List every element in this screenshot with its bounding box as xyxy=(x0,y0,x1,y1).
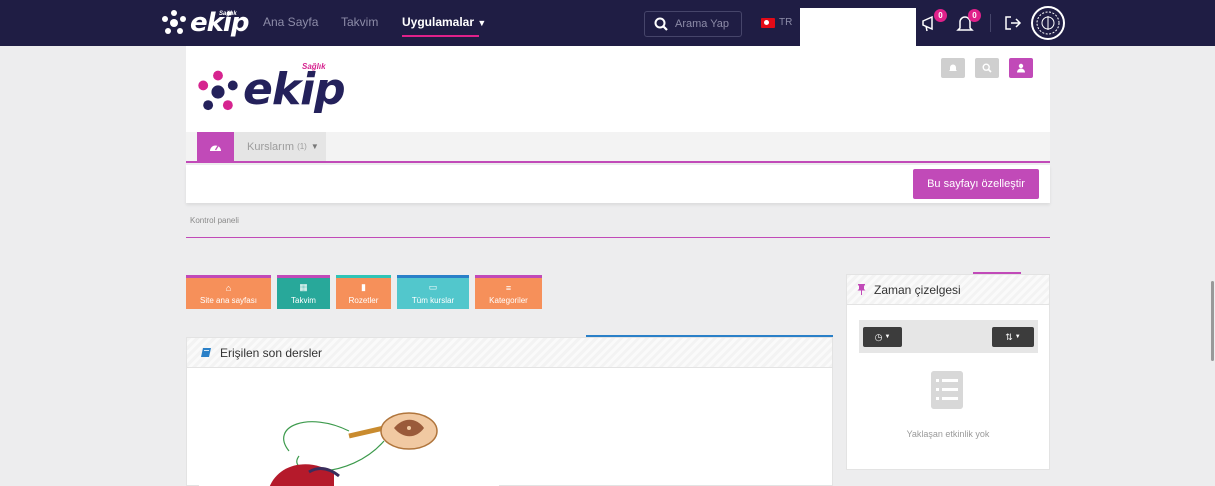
announcements-button[interactable]: 0 xyxy=(920,9,947,34)
announcements-badge: 0 xyxy=(934,9,947,22)
header-search-button[interactable] xyxy=(975,58,999,78)
timeline-empty-message: Yaklaşan etkinlik yok xyxy=(906,429,990,439)
language-selector[interactable]: TR xyxy=(761,17,792,28)
logout-icon xyxy=(1005,16,1022,30)
course-navigation: Kurslarım (1) ▼ xyxy=(186,132,1050,163)
nav-apps-label: Uygulamalar xyxy=(402,15,475,29)
pin-icon xyxy=(857,284,866,295)
home-icon: ⌂ xyxy=(225,282,232,293)
timeline-block: Zaman çizelgesi ◷ ▼ ⇅ ▼ Yaklaşan etkinli… xyxy=(846,274,1050,470)
customize-bar: Bu sayfayı özelleştir xyxy=(186,165,1050,203)
quick-link-label: Rozetler xyxy=(348,296,379,305)
book-icon: ▭ xyxy=(428,282,438,292)
logo-flower-icon xyxy=(162,10,186,34)
timeline-header: Zaman çizelgesi xyxy=(847,275,1049,305)
search-label: Arama Yap xyxy=(675,18,730,30)
breadcrumb-dashboard[interactable]: Kontrol paneli xyxy=(190,216,239,225)
ministry-logo[interactable] xyxy=(1031,6,1065,40)
user-icon xyxy=(1017,63,1025,73)
brand-logo[interactable]: ekip Sağlık xyxy=(195,62,346,115)
search-icon xyxy=(982,63,992,73)
topbar-divider xyxy=(990,14,991,32)
search-icon xyxy=(654,17,668,31)
chevron-down-icon: ▼ xyxy=(1014,334,1021,340)
timeline-sort-button[interactable]: ⇅ ▼ xyxy=(992,327,1034,347)
quick-link-badges[interactable]: ▮ Rozetler xyxy=(336,275,391,309)
quick-link-site-home[interactable]: ⌂ Site ana sayfası xyxy=(186,275,271,309)
brand-text: ekip xyxy=(243,64,346,115)
logo-saglik: Sağlık xyxy=(219,11,237,17)
quick-link-label: Site ana sayfası xyxy=(200,295,257,305)
header-notification-button[interactable] xyxy=(941,58,965,78)
quick-link-label: Tüm kurslar xyxy=(411,296,455,305)
turkey-flag-icon xyxy=(761,17,775,28)
bookmark-icon: ▮ xyxy=(361,282,366,292)
my-courses-label: Kurslarım xyxy=(247,140,295,153)
my-courses-dropdown[interactable]: Kurslarım (1) ▼ xyxy=(234,132,326,161)
bell-icon xyxy=(949,64,957,71)
header-user-button[interactable] xyxy=(1009,58,1033,78)
timeline-filter-button[interactable]: ◷ ▼ xyxy=(863,327,902,347)
breadcrumb: Kontrol paneli xyxy=(186,206,1050,238)
nav-active-underline xyxy=(402,35,479,37)
dashboard-tab[interactable] xyxy=(197,132,234,161)
brand-header: ekip Sağlık xyxy=(186,46,1050,132)
quick-link-label: Takvim xyxy=(291,296,316,305)
timeline-toolbar: ◷ ▼ ⇅ ▼ xyxy=(859,320,1038,353)
list-icon: ≡ xyxy=(505,282,512,293)
notifications-button[interactable]: 0 xyxy=(954,9,981,34)
my-courses-count: (1) xyxy=(297,142,307,151)
chevron-down-icon: ▼ xyxy=(884,334,891,340)
site-logo[interactable]: ekip Sağlık xyxy=(160,8,249,38)
quick-link-all-courses[interactable]: ▭ Tüm kurslar xyxy=(397,275,469,309)
brand-flower-icon xyxy=(198,70,238,111)
quick-link-calendar[interactable]: ▦ Takvim xyxy=(277,275,330,309)
empty-list-icon xyxy=(931,371,963,409)
nav-home[interactable]: Ana Sayfa xyxy=(263,15,318,29)
book-icon xyxy=(201,348,211,357)
recent-lessons-block: Erişilen son dersler xyxy=(186,337,833,486)
language-code: TR xyxy=(779,17,793,28)
search-button[interactable]: Arama Yap xyxy=(644,11,742,37)
chevron-down-icon: ▼ xyxy=(310,142,319,151)
top-navbar: ekip Sağlık Ana Sayfa Takvim Uygulamalar… xyxy=(0,0,1215,46)
quick-link-label: Kategoriler xyxy=(489,295,528,305)
timeline-title: Zaman çizelgesi xyxy=(874,282,961,297)
nav-calendar[interactable]: Takvim xyxy=(341,15,378,29)
chevron-down-icon: ▼ xyxy=(477,18,487,28)
logout-button[interactable] xyxy=(1002,12,1024,34)
recent-lessons-header: Erişilen son dersler xyxy=(187,338,832,368)
course-thumbnail[interactable] xyxy=(199,406,499,486)
notifications-badge: 0 xyxy=(968,9,981,22)
dashboard-icon xyxy=(210,145,221,151)
ministry-emblem-icon xyxy=(1036,11,1060,35)
clock-icon: ◷ xyxy=(874,331,883,342)
page-container: ekip Sağlık Kurslarım (1) ▼ Bu sayfayı ö… xyxy=(186,46,1050,486)
quick-link-categories[interactable]: ≡ Kategoriler xyxy=(475,275,542,309)
recent-lessons-title: Erişilen son dersler xyxy=(220,345,323,360)
brand-saglik: Sağlık xyxy=(302,62,326,71)
anatomy-illustration xyxy=(269,412,438,486)
sort-icon: ⇅ xyxy=(1005,331,1013,342)
user-name-box xyxy=(800,8,916,46)
page-scrollbar[interactable] xyxy=(1211,281,1214,361)
nav-apps[interactable]: Uygulamalar ▼ xyxy=(402,15,486,29)
customize-page-button[interactable]: Bu sayfayı özelleştir xyxy=(913,169,1039,199)
calendar-icon: ▦ xyxy=(299,282,308,292)
